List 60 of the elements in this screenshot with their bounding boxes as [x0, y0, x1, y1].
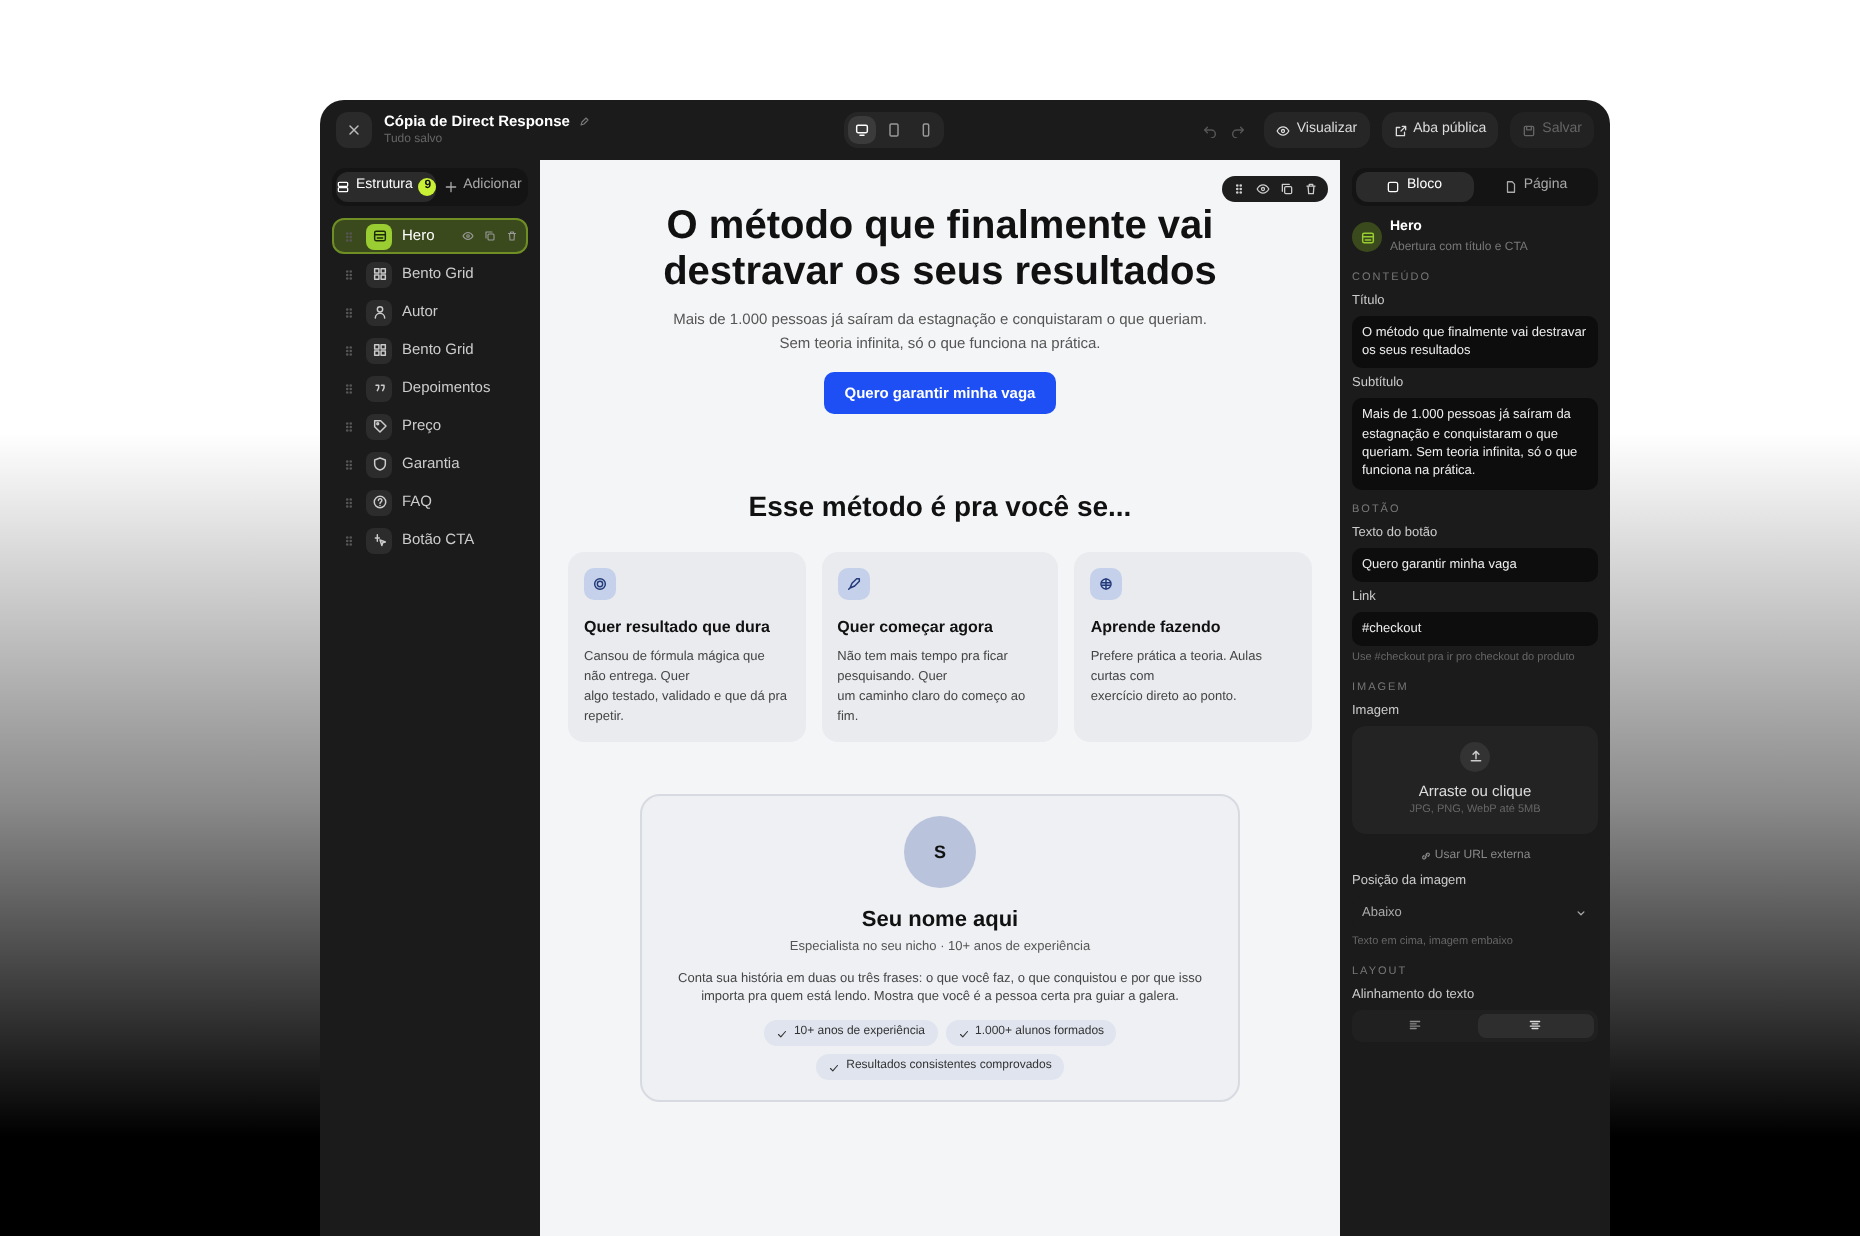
person-icon — [371, 304, 387, 320]
pointer-icon — [371, 532, 387, 548]
trash-icon — [506, 230, 518, 242]
pencil-icon — [577, 115, 590, 127]
tag-icon — [371, 418, 387, 434]
drag-handle-icon — [342, 457, 356, 471]
drag-handle-icon — [342, 267, 356, 281]
upload-icon — [1467, 748, 1483, 765]
alignment-toggle[interactable] — [1477, 1013, 1594, 1038]
link-icon — [1419, 849, 1432, 862]
eye-icon — [1256, 182, 1270, 196]
align-left-icon — [1407, 1018, 1422, 1033]
drag-handle-icon — [342, 229, 356, 243]
globe-icon — [1098, 576, 1115, 593]
align-center-icon — [1528, 1018, 1543, 1033]
target-icon — [592, 576, 608, 593]
section-title: Esse método é pra você se... — [746, 488, 1134, 527]
layout-icon — [1359, 229, 1375, 246]
card-title: Aprende fazendo — [1090, 616, 1223, 641]
external-link-icon — [1393, 123, 1408, 137]
plus-icon — [443, 180, 458, 194]
close-button[interactable] — [336, 112, 372, 148]
eye-icon — [1276, 123, 1291, 137]
device-toggle[interactable] — [847, 116, 876, 144]
check-icon — [828, 1061, 841, 1073]
trash-icon — [1304, 182, 1318, 196]
eye-icon — [462, 230, 474, 242]
drag-handle-icon — [342, 495, 356, 509]
card-title: Quer resultado que dura — [584, 616, 772, 641]
grid-icon — [371, 342, 387, 358]
copy-icon — [1280, 182, 1294, 196]
save-icon — [1522, 123, 1537, 137]
close-icon — [346, 122, 362, 138]
help-icon — [371, 494, 387, 510]
drag-handle-icon — [342, 419, 356, 433]
hero-title: O método que finalmente vai destravar os seus resultados — [661, 204, 1219, 296]
drag-handle-icon — [1232, 182, 1246, 196]
caret-icon — [1574, 906, 1588, 921]
author-name: Seu nome aqui — [859, 906, 1021, 937]
shield-icon — [371, 456, 387, 472]
layout-icon — [371, 228, 387, 244]
undo-icon — [1202, 122, 1219, 138]
drag-handle-icon — [342, 305, 356, 319]
phone-icon — [917, 122, 934, 138]
avatar-circle: S — [904, 816, 976, 889]
card-title: Quer começar agora — [837, 616, 995, 641]
desktop-icon — [853, 122, 870, 138]
drag-handle-icon — [342, 343, 356, 357]
check-icon — [775, 1027, 788, 1039]
check-icon — [957, 1027, 969, 1039]
drag-handle-icon — [342, 381, 356, 395]
square-icon — [1386, 180, 1401, 194]
tablet-icon — [885, 122, 902, 138]
drag-handle-icon — [342, 533, 356, 547]
grid-icon — [371, 266, 387, 282]
quote-icon — [371, 380, 387, 396]
redo-icon — [1230, 122, 1247, 138]
layers-icon — [336, 180, 350, 194]
copy-icon — [484, 230, 496, 242]
page-icon — [1503, 180, 1518, 194]
